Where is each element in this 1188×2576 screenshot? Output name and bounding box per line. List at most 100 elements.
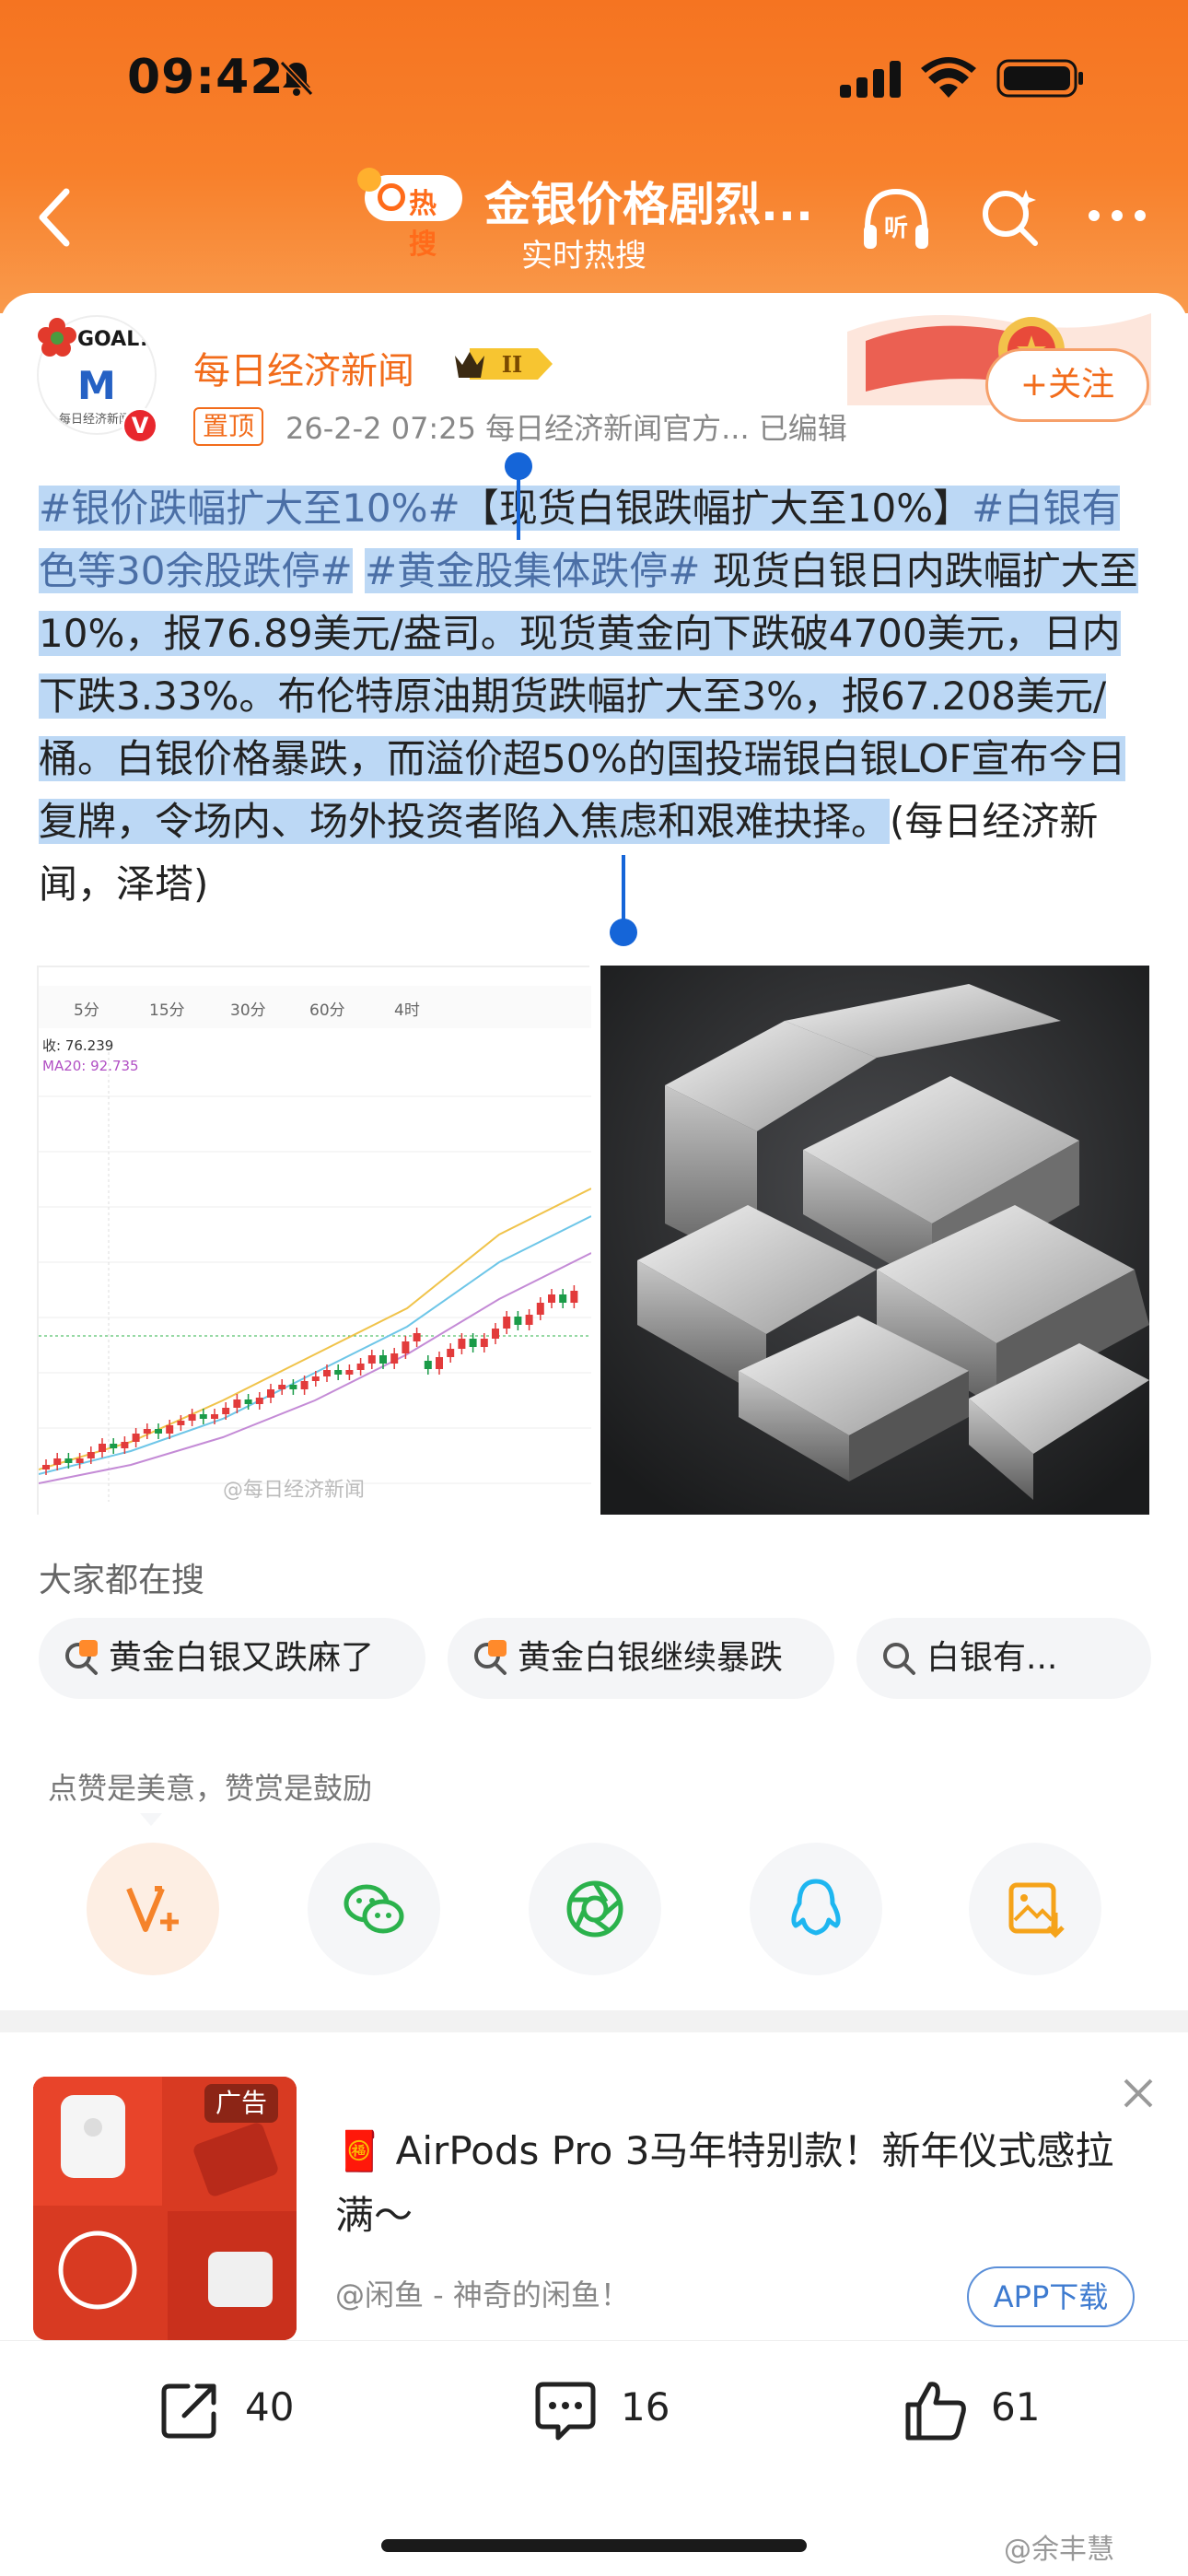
search-chip[interactable]: 黄金白银继续暴跌 <box>448 1618 834 1699</box>
candle-body <box>177 1421 185 1425</box>
candle-body <box>525 1315 533 1325</box>
listen-headphones-icon[interactable]: 听 <box>858 182 934 258</box>
candle-body <box>267 1389 274 1398</box>
candle-body <box>300 1381 309 1389</box>
weibo-watermark: @余丰慧 <box>1004 2534 1114 2566</box>
comment-count: 16 <box>621 2384 670 2430</box>
red-flower-icon <box>38 318 76 357</box>
candle-body <box>323 1370 331 1376</box>
moments-shutter-icon <box>566 1880 623 1938</box>
avatar-logo-mark: M <box>77 363 116 408</box>
chart-close-label: 收: 76.239 <box>42 1037 113 1054</box>
candlestick-chart-drawing: 5分 15分 30分 60分 4时 收: 76.239 MA20: 92.735… <box>38 967 592 1516</box>
repost-icon <box>161 2383 216 2439</box>
search-chip-label: 白银有... <box>926 1639 1058 1677</box>
hot-badge-search-icon <box>378 183 405 211</box>
selection-handle-start-icon[interactable] <box>503 451 534 544</box>
post-body[interactable]: #银价跌幅扩大至10%#【现货白银跌幅扩大至10%】#白银有色等30余股跌停# … <box>39 477 1149 916</box>
chart-period-tabs: 5分 15分 30分 60分 4时 <box>39 986 591 1028</box>
candle-body <box>42 1465 50 1469</box>
candle-body <box>99 1444 106 1452</box>
candle-body <box>367 1355 376 1364</box>
hot-search-icon <box>474 1640 507 1675</box>
search-chip[interactable]: 黄金白银又跌麻了 <box>39 1618 425 1699</box>
like-button[interactable]: 61 <box>903 2377 1068 2441</box>
ad-title[interactable]: 🧧 AirPods Pro 3马年特别款！新年仪式感拉满～ <box>335 2119 1146 2248</box>
close-icon[interactable] <box>1118 2073 1159 2113</box>
comment-button[interactable]: 16 <box>532 2377 698 2441</box>
share-wechat-button[interactable] <box>308 1843 440 1975</box>
tooltip-notch <box>140 1813 162 1826</box>
reward-button[interactable] <box>87 1843 219 1975</box>
cellular-signal-icon <box>840 61 901 98</box>
hashtag-silver-drop[interactable]: #银价跌幅扩大至10%# <box>39 486 460 531</box>
hot-badge-label: 热搜 <box>409 188 437 261</box>
back-arrow-icon[interactable] <box>28 181 83 254</box>
status-bar: 09:42 <box>0 37 1188 120</box>
candle-body <box>424 1361 432 1369</box>
app-download-button[interactable]: APP下载 <box>967 2266 1135 2327</box>
pinned-tag: 置顶 <box>193 407 264 446</box>
follow-button[interactable]: +关注 <box>985 348 1149 422</box>
candle-body <box>121 1442 129 1448</box>
candle-body <box>76 1458 84 1463</box>
chart-tab: 4时 <box>394 1001 420 1020</box>
save-image-button[interactable] <box>969 1843 1101 1975</box>
candle-body <box>211 1414 218 1419</box>
selection-handle-end-icon[interactable] <box>608 855 639 947</box>
more-dots-icon[interactable] <box>1085 206 1149 225</box>
candle-body <box>222 1408 230 1414</box>
home-indicator <box>381 2539 807 2552</box>
candle-body <box>233 1399 241 1408</box>
post-meta: 26-2-2 07:25 每日经济新闻官方... 已编辑 <box>285 411 847 446</box>
trending-searches-label: 大家都在搜 <box>39 1562 205 1599</box>
candle-body <box>356 1364 365 1370</box>
candle-body <box>379 1355 387 1364</box>
candlestick-chart-image[interactable]: 5分 15分 30分 60分 4时 收: 76.239 MA20: 92.735… <box>37 966 592 1516</box>
ad-label: 广告 <box>204 2084 279 2123</box>
share-qq-button[interactable] <box>750 1843 882 1975</box>
candle-body <box>155 1429 162 1434</box>
chart-tab: 30分 <box>230 1001 266 1020</box>
repost-button[interactable]: 40 <box>157 2377 322 2441</box>
candle-body <box>143 1429 151 1434</box>
top-nav: 热搜 金银价格剧烈... 实时热搜 听 <box>0 157 1188 276</box>
candle-body <box>166 1425 174 1434</box>
search-icon <box>883 1643 915 1675</box>
hashtag-gold-stocks[interactable]: #黄金股集体跌停# <box>365 548 701 593</box>
candle-body <box>390 1353 399 1364</box>
encourage-text: 点赞是美意，赞赏是鼓励 <box>48 1771 373 1806</box>
search-icon[interactable] <box>976 182 1044 251</box>
search-chip-label: 黄金白银又跌麻了 <box>109 1639 375 1677</box>
hot-search-icon <box>65 1640 98 1675</box>
candle-body <box>548 1294 555 1303</box>
bell-muted-icon <box>279 60 314 97</box>
candle-body <box>64 1458 73 1463</box>
candle-body <box>570 1291 578 1303</box>
search-chip[interactable]: 白银有... <box>856 1618 1151 1699</box>
chart-tab: 5分 <box>74 1001 99 1020</box>
ad-source[interactable]: @闲鱼 - 神奇的闲鱼！ <box>335 2272 630 2314</box>
candle-body <box>345 1370 354 1375</box>
share-moments-button[interactable] <box>529 1843 661 1975</box>
candle-body <box>559 1294 567 1303</box>
comment-icon <box>535 2382 596 2441</box>
candle-body <box>289 1385 297 1389</box>
candle-body <box>480 1339 488 1347</box>
chart-ma-label: MA20: 92.735 <box>42 1058 139 1074</box>
candle-body <box>458 1339 466 1349</box>
candle-body <box>188 1414 196 1421</box>
candle-body <box>436 1357 443 1369</box>
silver-bars-photo[interactable] <box>600 966 1149 1515</box>
candle-body <box>514 1317 522 1325</box>
author-name[interactable]: 每日经济新闻 <box>193 341 414 394</box>
hot-search-badge: 热搜 <box>357 168 462 261</box>
candle-body <box>110 1444 118 1448</box>
chart-tab: 60分 <box>309 1001 345 1020</box>
section-divider <box>0 2010 1188 2032</box>
candle-body <box>469 1339 477 1347</box>
candle-body <box>311 1376 320 1381</box>
candle-body <box>53 1458 62 1465</box>
wechat-icon <box>344 1884 404 1934</box>
status-time: 09:42 <box>127 50 285 105</box>
